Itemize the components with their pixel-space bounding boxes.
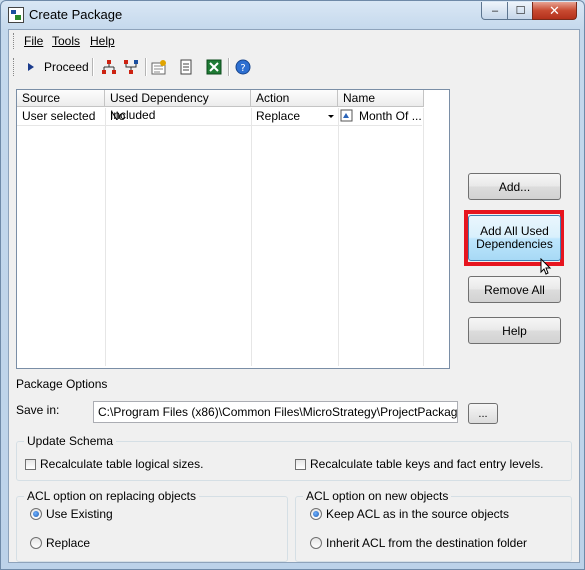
- help-icon[interactable]: ?: [235, 59, 251, 75]
- replace-label[interactable]: Replace: [46, 536, 90, 550]
- cell-source: User selected: [22, 109, 96, 123]
- grid-line: [338, 108, 339, 366]
- package-objects-grid[interactable]: Source Used Dependency Included Action N…: [16, 89, 450, 369]
- toolbar-separator: [228, 58, 230, 76]
- svg-text:?: ?: [240, 63, 245, 74]
- keep-acl-label[interactable]: Keep ACL as in the source objects: [326, 507, 509, 521]
- recalc-logical-checkbox[interactable]: [25, 459, 36, 470]
- proceed-button[interactable]: Proceed: [24, 59, 89, 75]
- column-header-name[interactable]: Name: [338, 90, 424, 107]
- package-options-heading: Package Options: [16, 377, 108, 391]
- save-in-label: Save in:: [16, 403, 60, 417]
- column-header-source[interactable]: Source: [17, 90, 105, 107]
- metric-object-icon: [340, 109, 353, 122]
- menu-help-label: Help: [90, 34, 115, 48]
- add-all-used-label-1: Add All Used: [480, 224, 549, 238]
- window-title: Create Package: [29, 7, 123, 22]
- menu-file[interactable]: File: [24, 34, 43, 48]
- menu-file-label: File: [24, 34, 44, 48]
- title-bar[interactable]: Create Package ‒ ☐ ✕: [1, 1, 584, 29]
- create-package-window: Create Package ‒ ☐ ✕ File Tools Help Pro…: [0, 0, 585, 570]
- recalc-keys-label[interactable]: Recalculate table keys and fact entry le…: [310, 457, 543, 471]
- use-existing-radio[interactable]: [30, 508, 42, 520]
- grid-line: [423, 108, 424, 366]
- recalc-keys-checkbox[interactable]: [295, 459, 306, 470]
- inherit-acl-label[interactable]: Inherit ACL from the destination folder: [326, 536, 527, 550]
- update-schema-group: Update Schema Recalculate table logical …: [16, 434, 572, 481]
- acl-new-title: ACL option on new objects: [303, 489, 452, 503]
- action-dropdown-value: Replace: [256, 109, 301, 123]
- chevron-down-icon: [328, 115, 334, 118]
- grid-line: [105, 108, 106, 366]
- toolbar-separator: [92, 58, 94, 76]
- notes-icon[interactable]: [178, 59, 194, 75]
- close-button[interactable]: ✕: [532, 2, 577, 20]
- acl-replacing-group: ACL option on replacing objects Use Exis…: [16, 489, 288, 562]
- add-all-used-label-2: Dependencies: [476, 237, 553, 251]
- dependency-tree-icon[interactable]: [123, 59, 139, 75]
- add-tree-icon[interactable]: [101, 59, 117, 75]
- remove-all-button[interactable]: Remove All: [468, 276, 561, 303]
- minimize-button[interactable]: ‒: [481, 2, 509, 20]
- settings-list-icon[interactable]: [151, 59, 167, 75]
- toolbar-separator: [145, 58, 147, 76]
- replace-radio[interactable]: [30, 537, 42, 549]
- action-dropdown[interactable]: Replace: [251, 108, 337, 124]
- toolbar-grip[interactable]: [13, 58, 17, 76]
- recalc-logical-label[interactable]: Recalculate table logical sizes.: [40, 457, 203, 471]
- menu-bar: File Tools Help: [9, 30, 579, 52]
- cell-name: Month Of ...: [359, 109, 422, 123]
- menu-help[interactable]: Help: [90, 34, 115, 48]
- mouse-cursor-icon: [540, 258, 552, 275]
- dialog-client-area: File Tools Help Proceed ? Source Used De…: [8, 29, 580, 563]
- menu-grip[interactable]: [13, 33, 17, 49]
- column-header-action[interactable]: Action: [251, 90, 338, 107]
- toolbar: Proceed ?: [9, 54, 579, 80]
- add-button[interactable]: Add...: [468, 173, 561, 200]
- help-button[interactable]: Help: [468, 317, 561, 344]
- browse-button[interactable]: ...: [468, 403, 498, 424]
- menu-tools-label: Tools: [52, 34, 81, 48]
- app-icon: [8, 7, 24, 23]
- use-existing-label[interactable]: Use Existing: [46, 507, 113, 521]
- save-in-input[interactable]: C:\Program Files (x86)\Common Files\Micr…: [93, 401, 458, 423]
- inherit-acl-radio[interactable]: [310, 537, 322, 549]
- play-icon: [28, 63, 34, 71]
- excel-export-icon[interactable]: [206, 59, 222, 75]
- menu-tools[interactable]: Tools: [52, 34, 80, 48]
- proceed-label: Proceed: [44, 60, 89, 74]
- keep-acl-radio[interactable]: [310, 508, 322, 520]
- grid-line: [251, 108, 252, 366]
- add-all-used-dependencies-button[interactable]: Add All Used Dependencies: [468, 215, 561, 261]
- cell-used-dependency: No: [110, 109, 126, 123]
- maximize-button[interactable]: ☐: [507, 2, 534, 20]
- acl-replacing-title: ACL option on replacing objects: [24, 489, 199, 503]
- acl-new-group: ACL option on new objects Keep ACL as in…: [295, 489, 572, 562]
- grid-line: [17, 125, 422, 126]
- column-header-used-dependency[interactable]: Used Dependency Included: [105, 90, 251, 122]
- update-schema-title: Update Schema: [24, 434, 117, 448]
